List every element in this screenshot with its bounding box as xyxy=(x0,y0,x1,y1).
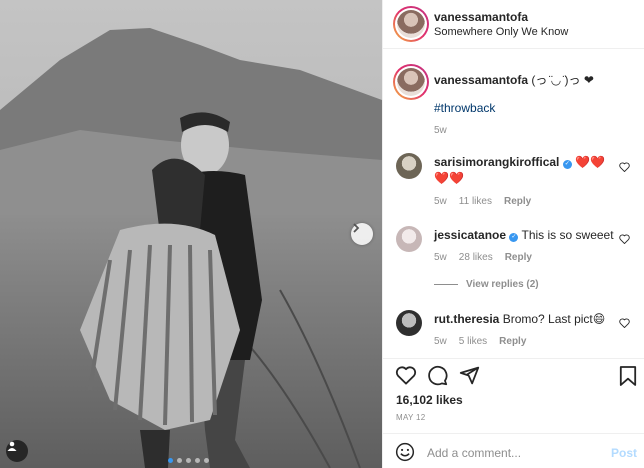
comment-meta: 5w 11 likes Reply xyxy=(434,196,531,207)
caption-avatar[interactable] xyxy=(393,64,429,100)
carousel-dot xyxy=(186,458,191,463)
commenter-username[interactable]: jessicatanoe xyxy=(434,228,506,242)
post-actions: 16,102 likes MAY 12 Add a comment... Pos… xyxy=(383,358,644,468)
likes-count[interactable]: 16,102 likes xyxy=(396,393,463,407)
post-details-panel: vanessamantofa Somewhere Only We Know va… xyxy=(382,0,644,468)
comment-input[interactable]: Add a comment... xyxy=(427,446,521,460)
carousel-indicator xyxy=(168,458,209,463)
commenter-avatar[interactable] xyxy=(396,310,422,336)
share-icon[interactable] xyxy=(459,365,480,389)
post-date[interactable]: MAY 12 xyxy=(396,413,426,422)
comment-likes[interactable]: 5 likes xyxy=(459,336,487,347)
tagged-users-button[interactable] xyxy=(6,440,28,462)
comment-text: Bromo? Last pict😄 xyxy=(502,312,606,326)
replies-divider xyxy=(434,284,458,285)
comment-likes[interactable]: 28 likes xyxy=(459,252,493,263)
comment-body: sarisimorangkiroffical ✓ ❤️❤️❤️❤️ xyxy=(434,154,614,186)
commenter-username[interactable]: sarisimorangkiroffical xyxy=(434,155,559,169)
emoji-icon[interactable] xyxy=(395,442,415,465)
carousel-dot xyxy=(204,458,209,463)
author-avatar[interactable] xyxy=(393,6,429,42)
caption: vanessamantofa (っ ̈◡ ̈)っ ❤ xyxy=(434,71,594,88)
carousel-dot-active xyxy=(168,458,173,463)
reply-button[interactable]: Reply xyxy=(505,252,532,263)
commenter-avatar[interactable] xyxy=(396,153,422,179)
heart-icon[interactable] xyxy=(395,365,417,388)
verified-badge-icon: ✓ xyxy=(562,160,572,169)
caption-hashtag[interactable]: #throwback xyxy=(434,101,495,115)
verified-badge-icon: ✓ xyxy=(509,233,519,242)
view-replies-label: View replies (2) xyxy=(466,279,539,290)
caption-text: (っ ̈◡ ̈)っ ❤ xyxy=(531,73,594,87)
comment-icon[interactable] xyxy=(427,365,448,389)
post-comment-button[interactable]: Post xyxy=(611,446,637,460)
comment-time[interactable]: 5w xyxy=(434,336,447,347)
reply-button[interactable]: Reply xyxy=(504,196,531,207)
comment-time[interactable]: 5w xyxy=(434,252,447,263)
caption-timestamp[interactable]: 5w xyxy=(434,125,447,136)
commenter-username[interactable]: rut.theresia xyxy=(434,312,499,326)
comment-body: rut.theresia Bromo? Last pict😄 xyxy=(434,311,614,327)
post-location[interactable]: Somewhere Only We Know xyxy=(434,26,568,38)
carousel-dot xyxy=(195,458,200,463)
comment-time[interactable]: 5w xyxy=(434,196,447,207)
comment-text: This is so sweeet xyxy=(521,228,614,242)
caption-username[interactable]: vanessamantofa xyxy=(434,73,528,87)
commenter-avatar[interactable] xyxy=(396,226,422,252)
comment-likes[interactable]: 11 likes xyxy=(459,196,492,207)
post-photo[interactable] xyxy=(0,0,382,468)
comment-body: jessicatanoe ✓ This is so sweeet xyxy=(434,227,614,243)
add-comment-bar: Add a comment... Post xyxy=(383,433,644,468)
like-comment-heart-icon[interactable] xyxy=(619,233,630,247)
comment-meta: 5w 28 likes Reply xyxy=(434,252,532,263)
comment-meta: 5w 5 likes Reply xyxy=(434,336,526,347)
reply-button[interactable]: Reply xyxy=(499,336,526,347)
like-comment-heart-icon[interactable] xyxy=(619,317,630,331)
carousel-dot xyxy=(177,458,182,463)
photo-scene xyxy=(0,0,382,468)
like-comment-heart-icon[interactable] xyxy=(619,161,630,175)
post-header: vanessamantofa Somewhere Only We Know xyxy=(383,0,644,49)
author-username[interactable]: vanessamantofa xyxy=(434,10,528,24)
next-slide-button[interactable] xyxy=(351,223,373,245)
view-replies-button[interactable]: View replies (2) xyxy=(434,279,539,290)
bookmark-icon[interactable] xyxy=(619,365,637,390)
